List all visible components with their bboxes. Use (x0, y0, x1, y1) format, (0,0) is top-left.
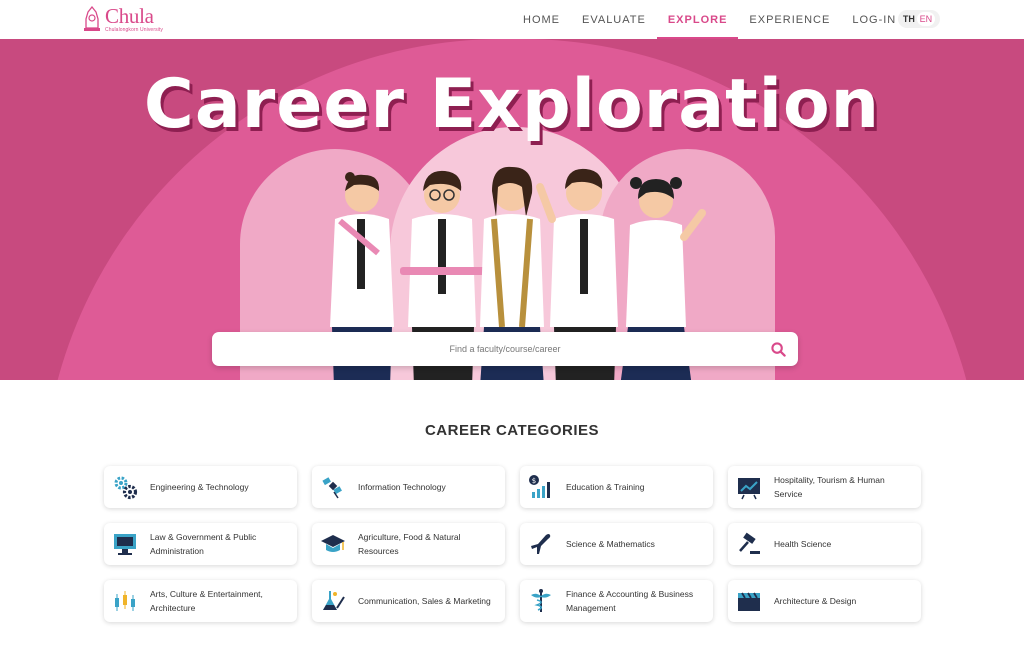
category-card-it[interactable]: Information Technology (312, 466, 505, 508)
category-card-law[interactable]: Law & Government & Public Administration (104, 523, 297, 565)
category-label: Hospitality, Tourism & Human Service (774, 475, 885, 499)
lang-en-button[interactable]: EN (916, 12, 936, 26)
bar-chart-icon: $ (529, 475, 550, 498)
category-card-health[interactable]: Health Science (728, 523, 921, 565)
brand-subtitle: Chulalongkorn University (105, 26, 163, 33)
category-card-engineering[interactable]: Engineering & Technology (104, 466, 297, 508)
category-label: Architecture & Design (774, 596, 857, 606)
monitor-icon (114, 534, 136, 555)
candlestick-icon (115, 591, 135, 611)
lang-th-button[interactable]: TH (903, 14, 915, 24)
chula-logo[interactable]: Chula Chulalongkorn University (83, 5, 163, 33)
category-label: Health Science (774, 539, 832, 549)
hero-title: Career Exploration (143, 65, 881, 144)
category-card-communication[interactable]: Communication, Sales & Marketing (312, 580, 505, 622)
category-label: Agriculture, Food & Natural Resources (358, 532, 461, 556)
category-label: Education & Training (566, 482, 645, 492)
category-card-arts[interactable]: Arts, Culture & Entertainment, Architect… (104, 580, 297, 622)
nav-evaluate[interactable]: EVALUATE (571, 0, 657, 39)
category-card-agriculture[interactable]: Agriculture, Food & Natural Resources (312, 523, 505, 565)
search-icon[interactable] (758, 332, 798, 366)
search-bar (212, 332, 798, 366)
nav-explore[interactable]: EXPLORE (656, 0, 739, 39)
language-toggle: TH EN (898, 10, 940, 28)
presentation-icon (738, 478, 760, 500)
category-grid: Engineering & Technology Information Tec… (104, 466, 922, 622)
top-navbar: Chula Chulalongkorn University HOME EVAL… (0, 0, 1024, 39)
gavel-icon (739, 532, 760, 554)
chula-emblem-icon (84, 6, 100, 31)
category-card-science[interactable]: Science & Mathematics (520, 523, 713, 565)
category-label: Science & Mathematics (566, 539, 655, 549)
airplane-icon (531, 534, 551, 554)
category-label: Engineering & Technology (150, 482, 249, 492)
main-menu: HOME EVALUATE EXPLORE EXPERIENCE LOG-IN (512, 0, 907, 39)
gears-icon (114, 476, 138, 500)
lab-flask-icon (323, 591, 345, 610)
category-card-hospitality[interactable]: Hospitality, Tourism & Human Service (728, 466, 921, 508)
nav-experience[interactable]: EXPERIENCE (738, 0, 841, 39)
category-label: Information Technology (358, 482, 446, 492)
career-categories-title: CAREER CATEGORIES (424, 422, 600, 439)
category-label: Finance & Accounting & Business Manageme… (566, 589, 694, 613)
satellite-icon (322, 477, 342, 499)
category-card-finance[interactable]: Finance & Accounting & Business Manageme… (520, 580, 713, 622)
clapperboard-icon (738, 592, 760, 611)
category-label: Arts, Culture & Entertainment, Architect… (150, 589, 263, 613)
brand-name: Chula (105, 3, 154, 28)
category-card-education[interactable]: $ Education & Training (520, 466, 713, 508)
caduceus-icon (531, 589, 551, 612)
graduation-cap-icon (321, 535, 345, 552)
category-label: Communication, Sales & Marketing (358, 596, 491, 606)
hero-banner: Career Exploration (0, 39, 1024, 380)
nav-home[interactable]: HOME (512, 0, 571, 39)
svg-text:$: $ (532, 477, 536, 485)
category-card-architecture[interactable]: Architecture & Design (728, 580, 921, 622)
search-input[interactable] (212, 344, 758, 354)
category-label: Law & Government & Public Administration (150, 532, 257, 556)
